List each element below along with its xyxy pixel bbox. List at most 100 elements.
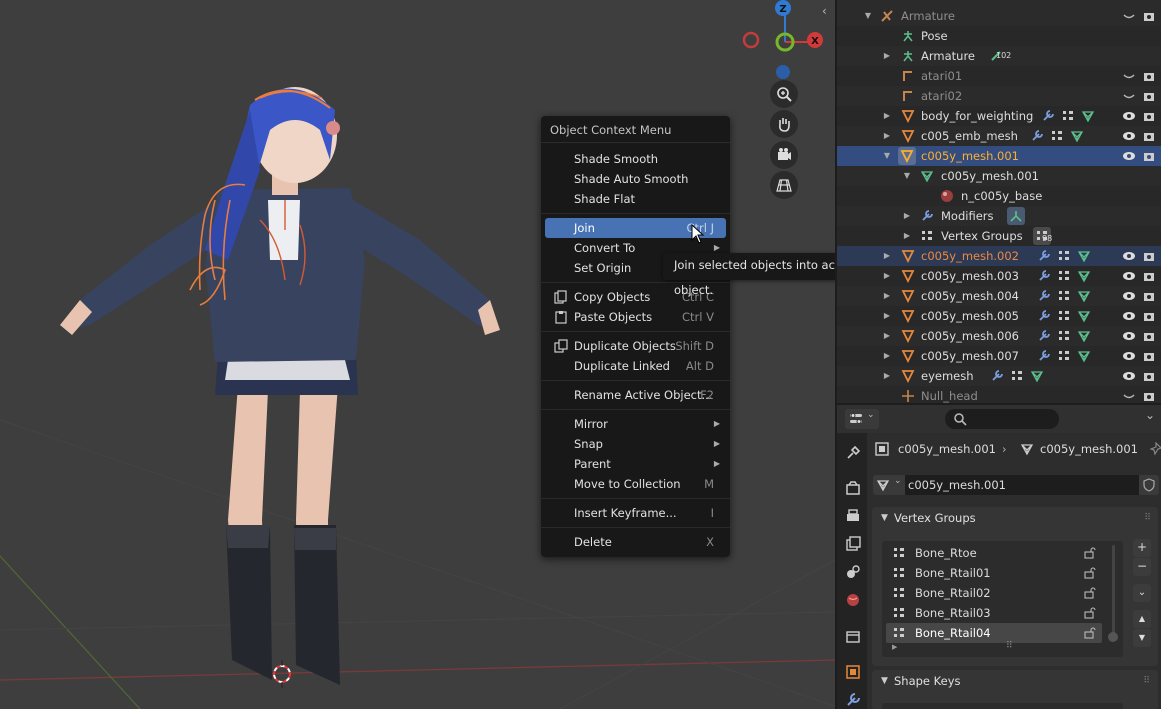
tool-icon[interactable] [845, 445, 861, 461]
render-camera-icon[interactable] [1142, 89, 1156, 103]
eye-icon[interactable] [1122, 149, 1136, 163]
fake-user-button[interactable] [1139, 475, 1159, 495]
vertex-group-item[interactable]: Bone_Rtail03 [886, 603, 1102, 623]
menu-item-shade-flat[interactable]: Shade Flat [545, 189, 726, 209]
list-scrollbar[interactable] [1112, 545, 1115, 637]
mesh-data-icon[interactable] [1077, 289, 1091, 303]
outliner-row-modifiers[interactable]: ▶ Modifiers [837, 206, 1161, 226]
wrench-icon[interactable] [1037, 269, 1051, 283]
menu-item-shade-smooth[interactable]: Shade Smooth [545, 149, 726, 169]
wrench-icon[interactable] [1030, 129, 1044, 143]
vertex-group-item[interactable]: Bone_Rtail02 [886, 583, 1102, 603]
eye-icon[interactable] [1122, 249, 1136, 263]
outliner-row-c005y-mesh-001[interactable]: ▼ c005y_mesh.001 [837, 146, 1161, 166]
menu-item-parent[interactable]: Parent ▶ [545, 454, 726, 474]
perspective-grid-icon[interactable] [770, 171, 798, 199]
remove-vertex-group-button[interactable]: − [1133, 558, 1151, 576]
expand-right-icon[interactable]: ▶ [882, 366, 892, 386]
render-camera-icon[interactable] [1142, 369, 1156, 383]
armature-modifier-icon[interactable] [1007, 207, 1025, 225]
hidden-eye-icon[interactable] [1122, 69, 1136, 83]
menu-item-snap[interactable]: Snap ▶ [545, 434, 726, 454]
vertex-groups-icon[interactable] [1057, 249, 1071, 263]
menu-item-duplicate-objects[interactable]: Duplicate Objects Shift D [545, 336, 726, 356]
vertex-groups-panel-header[interactable]: ▼ Vertex Groups ⠿ [872, 507, 1158, 529]
expand-right-icon[interactable]: ▶ [882, 246, 892, 266]
render-camera-icon[interactable] [1142, 149, 1156, 163]
unlocked-icon[interactable] [1084, 547, 1096, 559]
eye-icon[interactable] [1122, 109, 1136, 123]
expand-right-icon[interactable]: ▶ [882, 266, 892, 286]
outliner-row-material[interactable]: n_c005y_base [837, 186, 1161, 206]
vertex-groups-icon[interactable] [1010, 369, 1024, 383]
eye-icon[interactable] [1122, 289, 1136, 303]
outliner-row-atari01[interactable]: atari01 [837, 66, 1161, 86]
vertex-groups-icon[interactable] [1061, 109, 1075, 123]
view-layer-icon[interactable] [845, 536, 861, 552]
scene-icon[interactable] [845, 564, 861, 580]
wrench-icon[interactable] [1041, 109, 1055, 123]
shape-keys-panel-header[interactable]: ▼ Shape Keys ⠿ [872, 670, 1158, 692]
menu-item-rename-active-object[interactable]: Rename Active Object... F2 [545, 385, 726, 405]
vertex-groups-icon[interactable] [1057, 329, 1071, 343]
outliner-row-vertex-groups[interactable]: ▶ Vertex Groups 98 [837, 226, 1161, 246]
mesh-datablock-name-input[interactable]: c005y_mesh.001 [905, 475, 1139, 495]
render-camera-icon[interactable] [1142, 129, 1156, 143]
outliner-row-null-head[interactable]: Null_head [837, 386, 1161, 403]
vertex-groups-icon[interactable] [1057, 269, 1071, 283]
eye-icon[interactable] [1122, 349, 1136, 363]
expand-right-icon[interactable]: ▶ [882, 126, 892, 146]
render-icon[interactable] [845, 480, 861, 496]
unlocked-icon[interactable] [1084, 627, 1096, 639]
world-icon[interactable] [845, 592, 861, 608]
menu-item-duplicate-linked[interactable]: Duplicate Linked Alt D [545, 356, 726, 376]
render-camera-icon[interactable] [1142, 69, 1156, 83]
outliner-row-armature[interactable]: ▼ Armature [837, 6, 1161, 26]
expand-down-icon[interactable]: ▼ [882, 146, 892, 166]
render-camera-icon[interactable] [1142, 309, 1156, 323]
expand-right-icon[interactable]: ▶ [882, 346, 892, 366]
outliner-row-c005y-mesh-005[interactable]: ▶ c005y_mesh.005 [837, 306, 1161, 326]
wrench-icon[interactable] [1037, 329, 1051, 343]
eye-icon[interactable] [1122, 269, 1136, 283]
pin-icon[interactable] [1150, 442, 1161, 456]
outliner-row-c005y-mesh-007[interactable]: ▶ c005y_mesh.007 [837, 346, 1161, 366]
mesh-data-icon[interactable] [1077, 329, 1091, 343]
vertex-groups-icon[interactable] [1057, 309, 1071, 323]
output-icon[interactable] [845, 508, 861, 524]
move-up-button[interactable]: ▲ [1133, 610, 1151, 628]
expand-down-icon[interactable]: ▼ [863, 6, 873, 26]
render-camera-icon[interactable] [1142, 9, 1156, 23]
unlocked-icon[interactable] [1084, 567, 1096, 579]
properties-search-input[interactable] [945, 409, 1059, 429]
hidden-eye-icon[interactable] [1122, 9, 1136, 23]
wrench-icon[interactable] [990, 369, 1004, 383]
menu-item-delete[interactable]: Delete X [545, 532, 726, 552]
eye-icon[interactable] [1122, 369, 1136, 383]
filter-expand-icon[interactable]: ▶ [892, 643, 897, 651]
unlocked-icon[interactable] [1084, 587, 1096, 599]
object-icon[interactable] [845, 664, 861, 680]
camera-icon[interactable] [770, 141, 798, 169]
pan-hand-icon[interactable] [770, 110, 798, 138]
expand-right-icon[interactable]: ▶ [902, 206, 912, 226]
drag-handle-icon[interactable]: ⠿ [1144, 507, 1151, 529]
expand-right-icon[interactable]: ▶ [902, 226, 912, 246]
mesh-data-icon[interactable] [1070, 129, 1084, 143]
outliner-row-c005y-mesh-006[interactable]: ▶ c005y_mesh.006 [837, 326, 1161, 346]
expand-right-icon[interactable]: ▶ [882, 106, 892, 126]
hidden-eye-icon[interactable] [1122, 89, 1136, 103]
outliner-row-mesh-data[interactable]: ▼ c005y_mesh.001 [837, 166, 1161, 186]
editor-type-dropdown[interactable]: ⌄ [845, 409, 879, 429]
outliner-row-c005y-mesh-003[interactable]: ▶ c005y_mesh.003 [837, 266, 1161, 286]
mesh-data-icon[interactable] [1077, 309, 1091, 323]
render-camera-icon[interactable] [1142, 249, 1156, 263]
vertex-groups-icon[interactable] [1050, 129, 1064, 143]
menu-item-shade-auto-smooth[interactable]: Shade Auto Smooth [545, 169, 726, 189]
eye-icon[interactable] [1122, 129, 1136, 143]
outliner-row-eyemesh[interactable]: ▶ eyemesh [837, 366, 1161, 386]
render-camera-icon[interactable] [1142, 109, 1156, 123]
expand-right-icon[interactable]: ▶ [882, 306, 892, 326]
mesh-data-icon[interactable] [1077, 249, 1091, 263]
vertex-groups-icon[interactable] [1057, 289, 1071, 303]
